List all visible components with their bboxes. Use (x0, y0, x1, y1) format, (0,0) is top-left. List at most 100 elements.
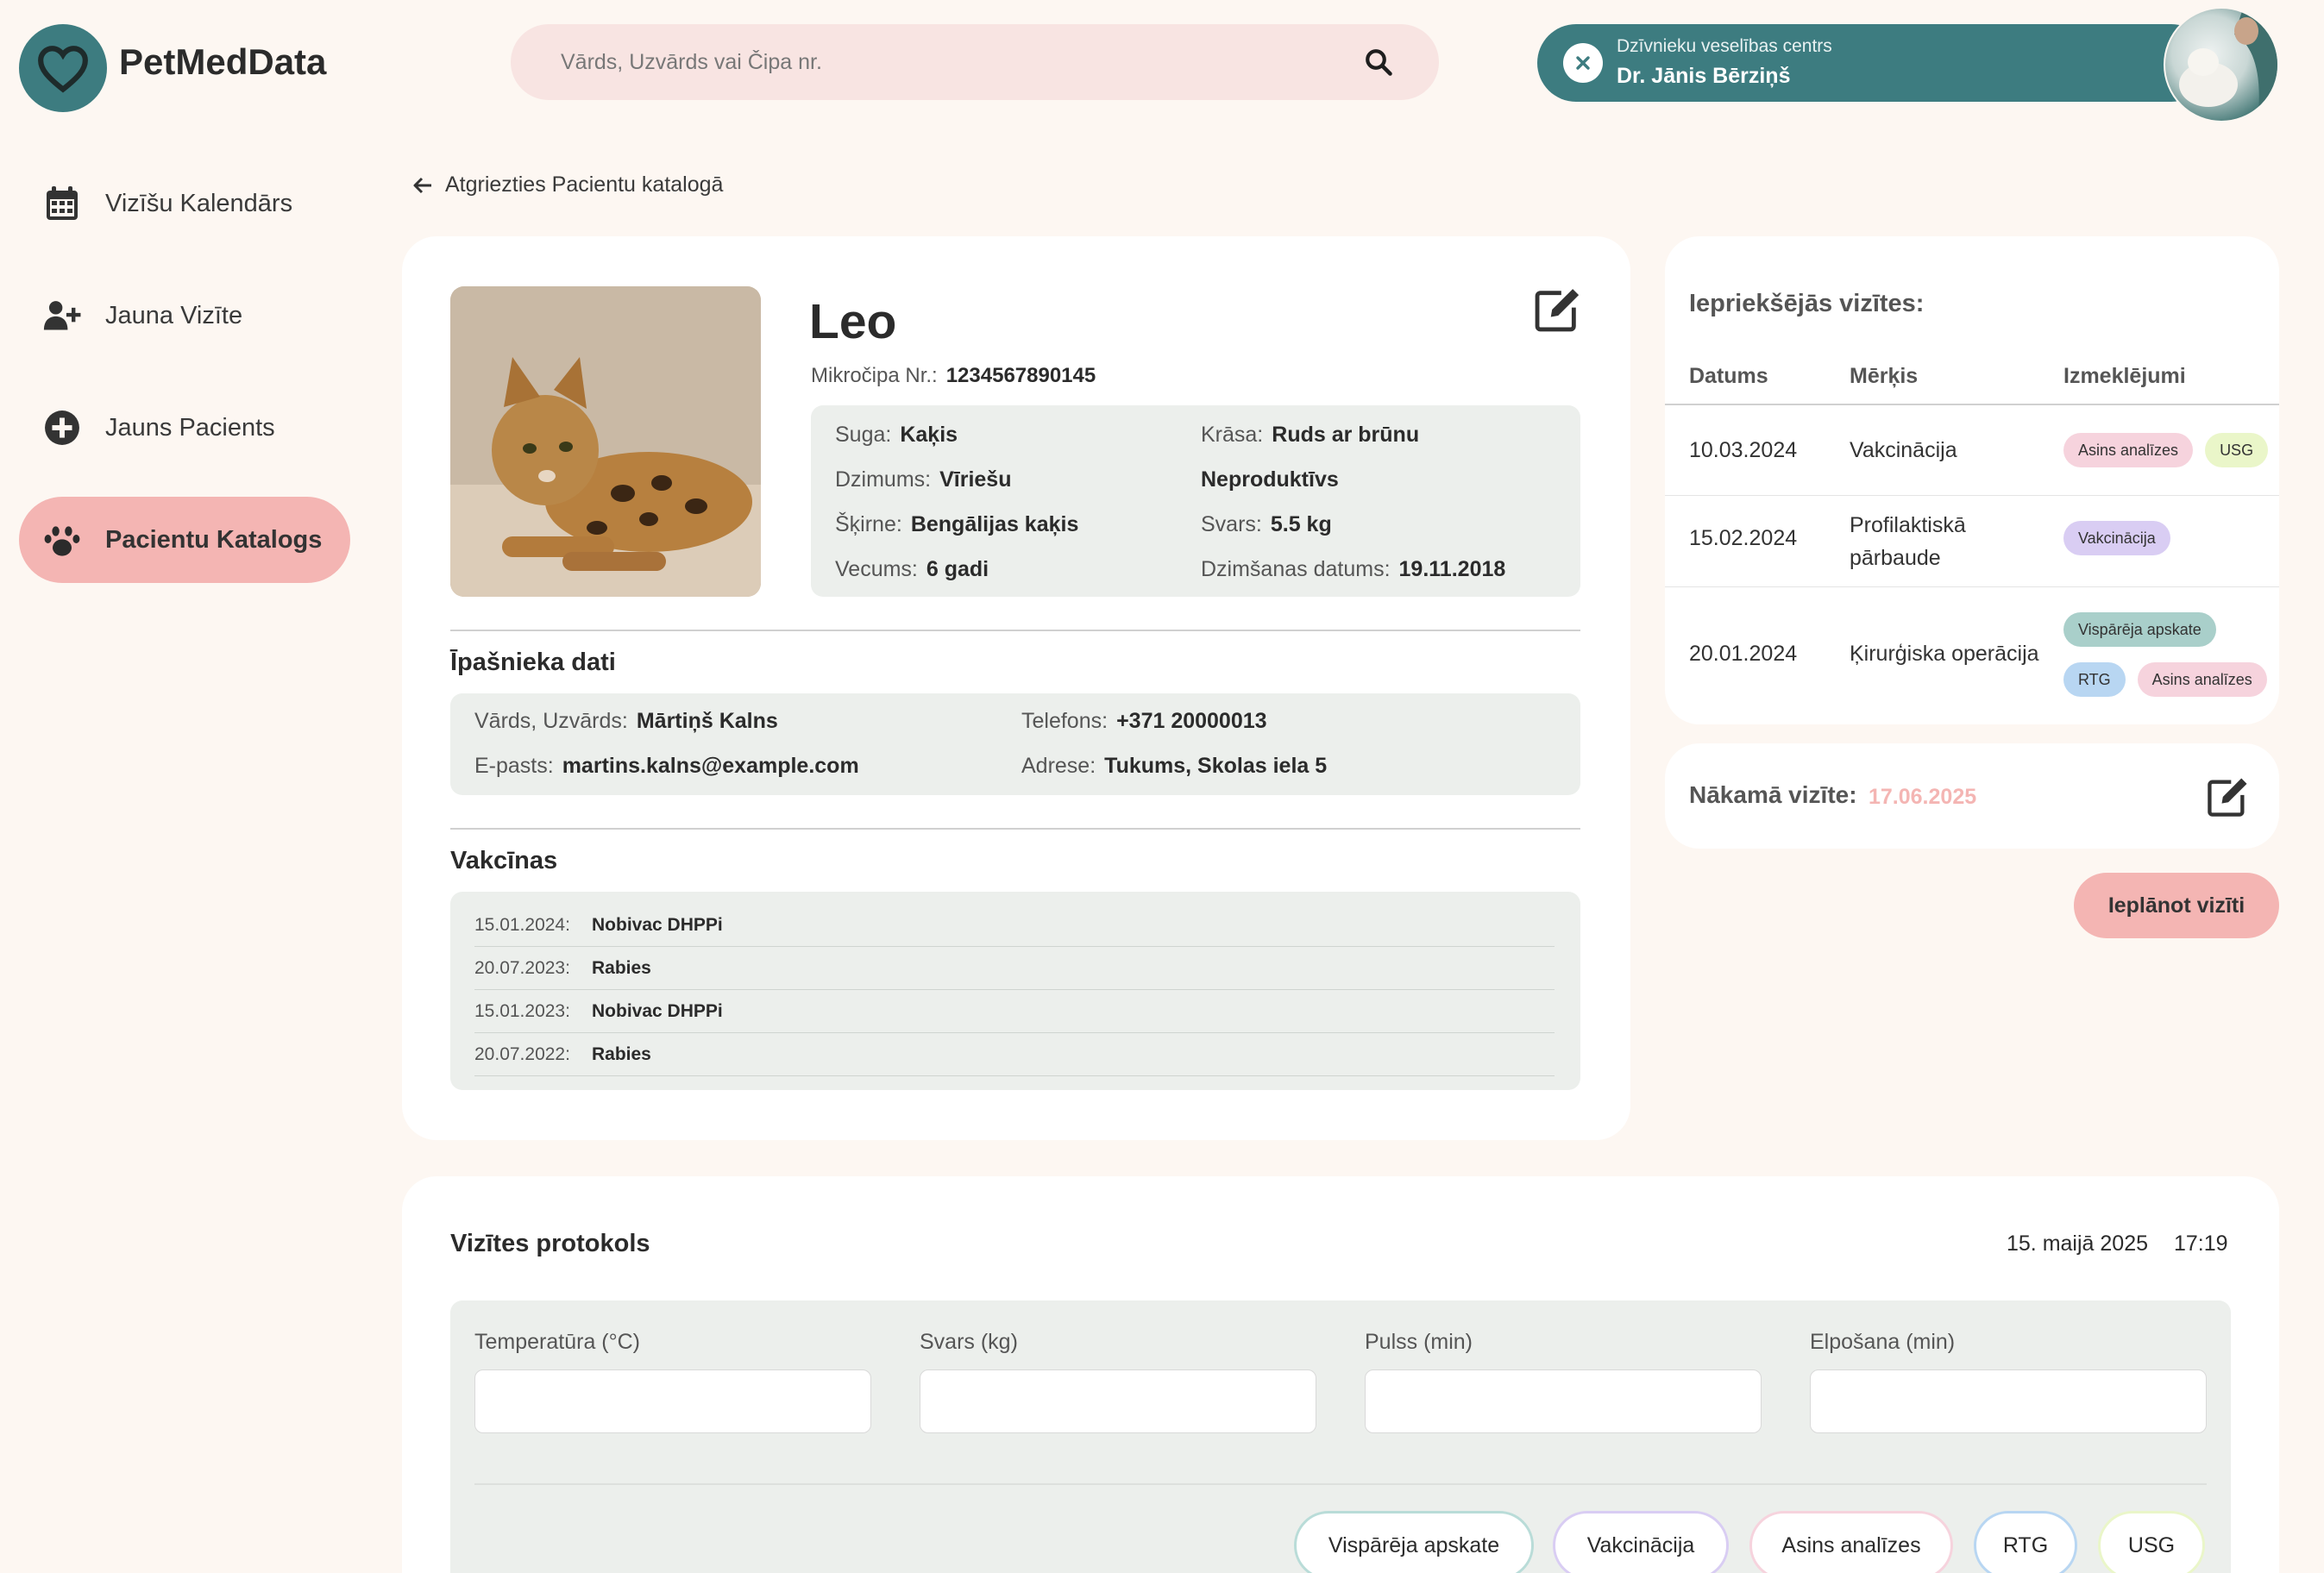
sidebar-item-calendar[interactable]: Vizīšu Kalendārs (19, 160, 350, 247)
column-header-date: Datums (1689, 364, 1768, 388)
plus-circle-icon (43, 409, 81, 447)
calendar-icon (43, 185, 81, 222)
visit-tests: Vispārēja apskate (2063, 612, 2216, 647)
app-logo[interactable] (19, 24, 107, 112)
birth-date-label: Dzimšanas datums: (1201, 557, 1391, 581)
doctor-name: Dr. Jānis Bērziņš (1617, 64, 1791, 88)
arrow-left-icon (413, 177, 431, 193)
exam-type-ultrasound[interactable]: USG (2098, 1511, 2205, 1573)
color-field: Krāsa: Ruds ar brūnu (1201, 423, 1419, 448)
exam-type-general[interactable]: Vispārēja apskate (1294, 1511, 1534, 1573)
back-link-label: Atgriezties Pacientu katalogā (445, 172, 724, 197)
previous-visits-title: Iepriekšējās vizītes: (1689, 290, 1925, 317)
respiration-label: Elpošana (min) (1810, 1330, 1956, 1354)
breed-field: Šķirne: Bengālijas kaķis (835, 512, 1078, 537)
row-divider (1665, 495, 2279, 496)
edit-next-visit-button[interactable] (2205, 774, 2250, 824)
vaccine-date: 15.01.2024: (474, 914, 570, 935)
visit-tests: Asins analīzes USG (2063, 433, 2269, 467)
exam-type-blood-tests[interactable]: Asins analīzes (1749, 1511, 1953, 1573)
exam-type-vaccination[interactable]: Vakcinācija (1553, 1511, 1729, 1573)
protocol-date: 15. maijā 2025 (2007, 1231, 2149, 1256)
visit-purpose: Ķirurģiska operācija (1850, 642, 2039, 666)
birth-date-field: Dzimšanas datums: 19.11.2018 (1201, 557, 1505, 582)
species-field: Suga: Kaķis (835, 423, 958, 448)
owner-section-title: Īpašnieka dati (450, 649, 616, 676)
owner-phone-value: +371 20000013 (1116, 709, 1267, 733)
age-label: Vecums: (835, 557, 918, 581)
weight-field: Svars: 5.5 kg (1201, 512, 1332, 537)
search-bar (511, 24, 1439, 100)
breed-label: Šķirne: (835, 512, 902, 536)
temperature-input[interactable] (474, 1369, 871, 1433)
vaccine-date: 15.01.2023: (474, 1000, 570, 1021)
schedule-visit-button[interactable]: Ieplānot vizīti (2074, 873, 2279, 938)
owner-email-value: martins.kalns@example.com (562, 754, 859, 778)
sidebar-item-label: Pacientu Katalogs (105, 525, 323, 554)
back-link[interactable]: Atgriezties Pacientu katalogā (412, 172, 723, 197)
column-header-purpose: Mērķis (1850, 364, 1919, 388)
owner-name-label: Vārds, Uzvārds: (474, 709, 628, 733)
color-label: Krāsa: (1201, 423, 1264, 447)
test-tag: Vakcinācija (2063, 521, 2170, 555)
doctor-organization: Dzīvnieku veselības centrs (1617, 36, 1832, 56)
sidebar-item-patient-catalog[interactable]: Pacientu Katalogs (19, 497, 350, 583)
species-label: Suga: (835, 423, 892, 447)
protocol-time: 17:19 (2174, 1231, 2228, 1256)
test-tag: RTG (2063, 662, 2126, 697)
respiration-input[interactable] (1810, 1369, 2207, 1433)
sidebar-item-new-patient[interactable]: Jauns Pacients (19, 385, 350, 471)
exam-type-xray[interactable]: RTG (1974, 1511, 2077, 1573)
list-item: 20.07.2023: Rabies (474, 947, 1555, 990)
vaccine-date: 20.07.2022: (474, 1043, 570, 1064)
age-value: 6 gadi (926, 557, 989, 581)
weight-input-label: Svars (kg) (920, 1330, 1018, 1354)
owner-address-field: Adrese: Tukums, Skolas iela 5 (1021, 754, 1327, 779)
owner-email-label: E-pasts: (474, 754, 554, 778)
edit-patient-button[interactable] (1532, 285, 1582, 339)
list-item: 20.07.2022: Rabies (474, 1033, 1555, 1076)
divider (474, 1483, 2207, 1485)
breed-value: Bengālijas kaķis (910, 512, 1079, 536)
search-icon[interactable] (1363, 47, 1394, 78)
visit-date: 10.03.2024 (1689, 438, 1798, 462)
visit-date: 15.02.2024 (1689, 526, 1798, 550)
paw-icon (43, 521, 81, 559)
vaccine-name: Rabies (592, 1043, 651, 1064)
pulse-input[interactable] (1365, 1369, 1762, 1433)
visit-tests: RTG Asins analīzes (2063, 662, 2267, 697)
sidebar-item-label: Vizīšu Kalendārs (105, 189, 293, 217)
pulse-label: Pulss (min) (1365, 1330, 1473, 1354)
visit-date: 20.01.2024 (1689, 642, 1798, 666)
test-tag: Vispārēja apskate (2063, 612, 2216, 647)
sidebar-item-label: Jauns Pacients (105, 413, 275, 442)
temperature-label: Temperatūra (°C) (474, 1330, 640, 1354)
weight-label: Svars: (1201, 512, 1262, 536)
owner-name-value: Mārtiņš Kalns (636, 709, 778, 733)
owner-name-field: Vārds, Uzvārds: Mārtiņš Kalns (474, 709, 778, 734)
next-visit-date: 17.06.2025 (1869, 785, 1977, 809)
microchip-label: Mikročipa Nr.: (811, 364, 938, 387)
pet-name: Leo (809, 294, 897, 349)
divider (450, 828, 1580, 830)
vaccine-name: Nobivac DHPPi (592, 1000, 723, 1021)
doctor-avatar[interactable] (2164, 7, 2279, 122)
owner-email-field: E-pasts: martins.kalns@example.com (474, 754, 859, 779)
protocol-title: Vizītes protokols (450, 1230, 650, 1257)
test-tag: Asins analīzes (2063, 433, 2194, 467)
user-plus-icon (43, 297, 81, 335)
list-item: 15.01.2024: Nobivac DHPPi (474, 904, 1555, 947)
age-field: Vecums: 6 gadi (835, 557, 989, 582)
search-input[interactable] (561, 49, 1363, 75)
close-icon[interactable] (1563, 43, 1603, 83)
species-value: Kaķis (900, 423, 958, 447)
sex-field: Dzimums: Vīriešu (835, 467, 1011, 492)
owner-address-label: Adrese: (1021, 754, 1096, 778)
sidebar-item-label: Jauna Vizīte (105, 301, 243, 329)
divider (450, 630, 1580, 631)
weight-input[interactable] (920, 1369, 1316, 1433)
row-divider (1665, 586, 2279, 587)
sidebar-item-new-visit[interactable]: Jauna Vizīte (19, 273, 350, 359)
vaccine-name: Rabies (592, 957, 651, 978)
visit-purpose: Vakcinācija (1850, 438, 1957, 462)
